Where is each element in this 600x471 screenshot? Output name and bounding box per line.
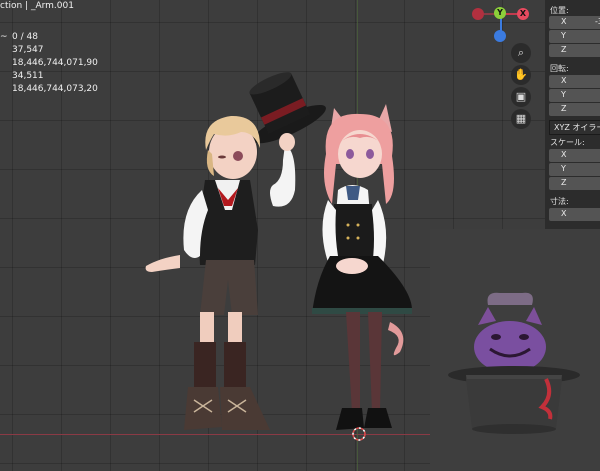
gizmo-y-ball[interactable]: Y — [494, 7, 506, 19]
rotation-z-field[interactable]: Z — [549, 103, 600, 116]
rotation-y-label: Y — [561, 90, 566, 99]
stat-edges: 18,446,744,071,90 — [12, 58, 98, 68]
scale-x-field[interactable]: X — [549, 149, 600, 162]
hat-cat-object[interactable] — [430, 229, 600, 471]
scale-x-label: X — [561, 150, 567, 159]
stat-objects: 0 / 48 — [12, 32, 38, 42]
boy-left-hand-model — [145, 255, 180, 272]
dimensions-x-field[interactable]: X — [549, 208, 600, 221]
gizmo-z-ball[interactable] — [494, 30, 506, 42]
boy-torso-model — [183, 180, 258, 315]
gizmo-neg-x-ball[interactable] — [472, 8, 484, 20]
properties-panel[interactable]: 位置: X -3 Y Z 回転: X Y Z XYZ オイラー スケール: X Y… — [545, 0, 600, 229]
location-x-field[interactable]: X -3 — [549, 16, 600, 29]
gizmo-x-ball[interactable]: X — [517, 8, 529, 20]
scale-header: スケール: — [550, 138, 585, 147]
hand-icon[interactable]: ✋ — [511, 65, 531, 85]
rotation-x-field[interactable]: X — [549, 75, 600, 88]
location-x-label: X — [561, 17, 567, 26]
location-z-label: Z — [561, 45, 567, 54]
zoom-icon[interactable]: ⌕ — [511, 43, 531, 63]
scale-y-field[interactable]: Y — [549, 163, 600, 176]
stat-tick: ~ — [0, 32, 8, 42]
grid-icon[interactable]: ▦ — [511, 109, 531, 129]
rotation-y-field[interactable]: Y — [549, 89, 600, 102]
rotation-header: 回転: — [550, 64, 569, 73]
scale-z-label: Z — [561, 178, 567, 187]
3d-cursor-icon — [352, 427, 366, 441]
location-header: 位置: — [550, 6, 569, 15]
boy-legs-model — [184, 312, 270, 430]
dimensions-header: 寸法: — [550, 197, 569, 206]
stat-triangles: 18,446,744,073,20 — [12, 84, 98, 94]
object-title: ction | _Arm.001 — [0, 1, 74, 11]
3d-viewport[interactable]: ction | _Arm.001 ~ 0 / 48 37,547 18,446,… — [0, 0, 600, 471]
scale-y-label: Y — [561, 164, 566, 173]
location-x-value: -3 — [595, 17, 600, 26]
camera-icon[interactable]: ▣ — [511, 87, 531, 107]
dimensions-x-label: X — [561, 209, 567, 218]
hat-cat-model — [430, 229, 600, 471]
rotation-mode-value: XYZ オイラー — [554, 123, 600, 132]
location-z-field[interactable]: Z — [549, 44, 600, 57]
rotation-z-label: Z — [561, 104, 567, 113]
location-y-label: Y — [561, 31, 566, 40]
stat-vertices: 37,547 — [12, 45, 44, 55]
location-y-field[interactable]: Y — [549, 30, 600, 43]
stat-faces: 34,511 — [12, 71, 44, 81]
girl-legs-model — [336, 312, 404, 430]
rotation-mode-select[interactable]: XYZ オイラー — [549, 120, 600, 135]
scale-z-field[interactable]: Z — [549, 177, 600, 190]
rotation-x-label: X — [561, 76, 567, 85]
